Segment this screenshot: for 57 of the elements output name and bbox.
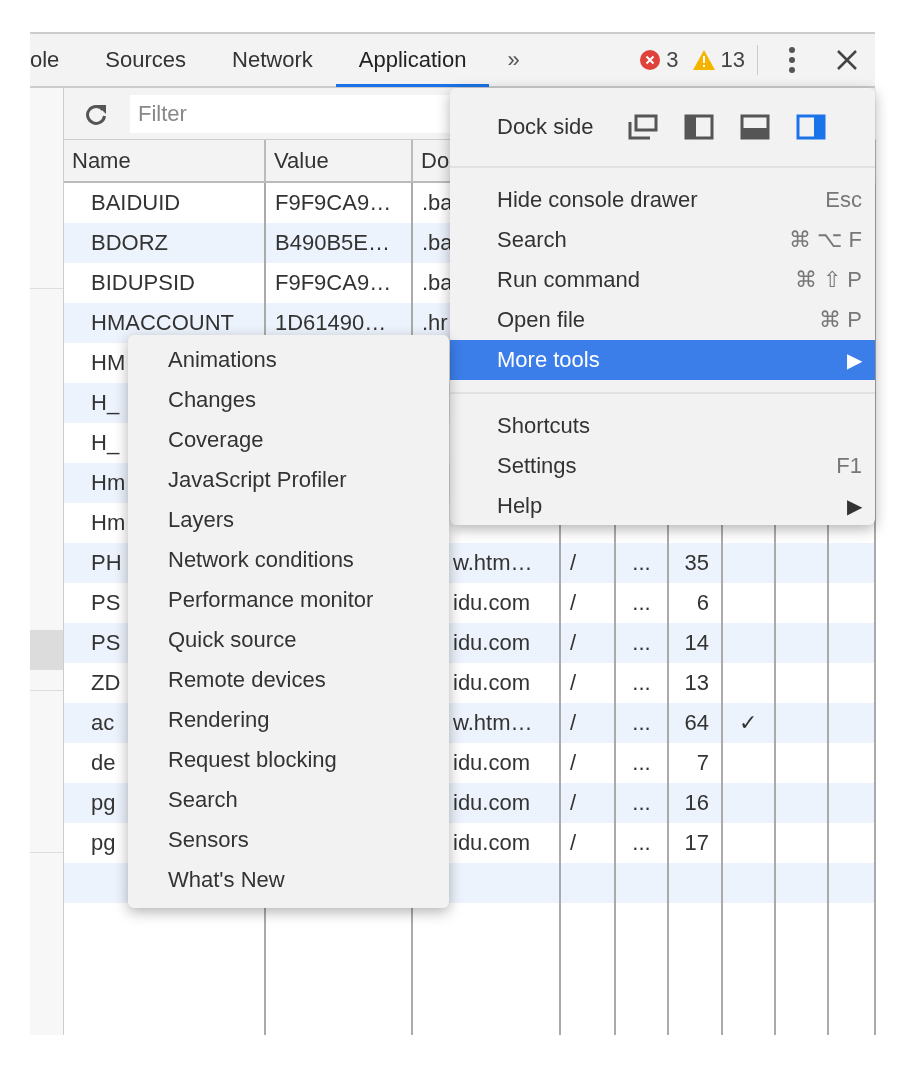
table-cell: ... xyxy=(632,550,651,576)
table-cell: ZD xyxy=(91,670,121,696)
table-cell: 17 xyxy=(684,830,709,856)
table-cell: BIDUPSID xyxy=(91,270,195,296)
table-cell: 14 xyxy=(684,630,709,656)
error-count: 3 xyxy=(666,47,679,73)
table-cell: / xyxy=(570,710,577,736)
table-cell: 16 xyxy=(684,790,709,816)
table-cell: idu.com xyxy=(453,590,531,616)
table-cell: PS xyxy=(91,630,121,656)
table-cell: ... xyxy=(632,590,651,616)
table-cell: / xyxy=(570,790,577,816)
table-cell: B490B5E… xyxy=(275,230,390,256)
table-cell: ... xyxy=(632,750,651,776)
table-cell: / xyxy=(570,630,577,656)
table-cell: ... xyxy=(632,790,651,816)
table-cell: BDORZ xyxy=(91,230,168,256)
table-cell: idu.com xyxy=(453,830,531,856)
table-cell: 6 xyxy=(696,590,709,616)
table-cell: ✓ xyxy=(739,710,757,736)
table-cell: ... xyxy=(632,670,651,696)
table-cell: / xyxy=(570,550,577,576)
table-cell: ... xyxy=(632,830,651,856)
table-cell: ... xyxy=(632,710,651,736)
table-cell: F9F9CA9… xyxy=(275,270,392,296)
table-cell: HM xyxy=(91,350,126,376)
table-cell: / xyxy=(570,830,577,856)
table-cell: / xyxy=(570,670,577,696)
table-cell: .hr xyxy=(422,310,448,336)
table-cell: ac xyxy=(91,710,115,736)
table-cell: idu.com xyxy=(453,790,531,816)
table-cell: 1D61490… xyxy=(275,310,387,336)
table-cell: PH xyxy=(91,550,122,576)
table-cell: BAIDUID xyxy=(91,190,181,216)
table-cell: 7 xyxy=(696,750,709,776)
table-cell: pg xyxy=(91,790,116,816)
table-cell: idu.com xyxy=(453,670,531,696)
table-cell: de xyxy=(91,750,116,776)
table-cell: 35 xyxy=(684,550,709,576)
table-cell: Hm xyxy=(91,510,126,536)
table-cell: 13 xyxy=(684,670,709,696)
table-cell: w.htm… xyxy=(453,550,533,576)
table-cell: 64 xyxy=(684,710,709,736)
table-cell: idu.com xyxy=(453,630,531,656)
table-cell: / xyxy=(570,750,577,776)
table-cell: ... xyxy=(632,630,651,656)
table-cell: / xyxy=(570,590,577,616)
table-cell: Hm xyxy=(91,470,126,496)
table-cell: H_ xyxy=(91,390,120,416)
table-cell: idu.com xyxy=(453,750,531,776)
table-cell: F9F9CA9… xyxy=(275,190,392,216)
table-cell: pg xyxy=(91,830,116,856)
table-cell: HMACCOUNT xyxy=(91,310,234,336)
table-cell: H_ xyxy=(91,430,120,456)
table-cell: w.htm… xyxy=(453,710,533,736)
warning-count: 13 xyxy=(720,47,745,73)
table-cell: PS xyxy=(91,590,121,616)
